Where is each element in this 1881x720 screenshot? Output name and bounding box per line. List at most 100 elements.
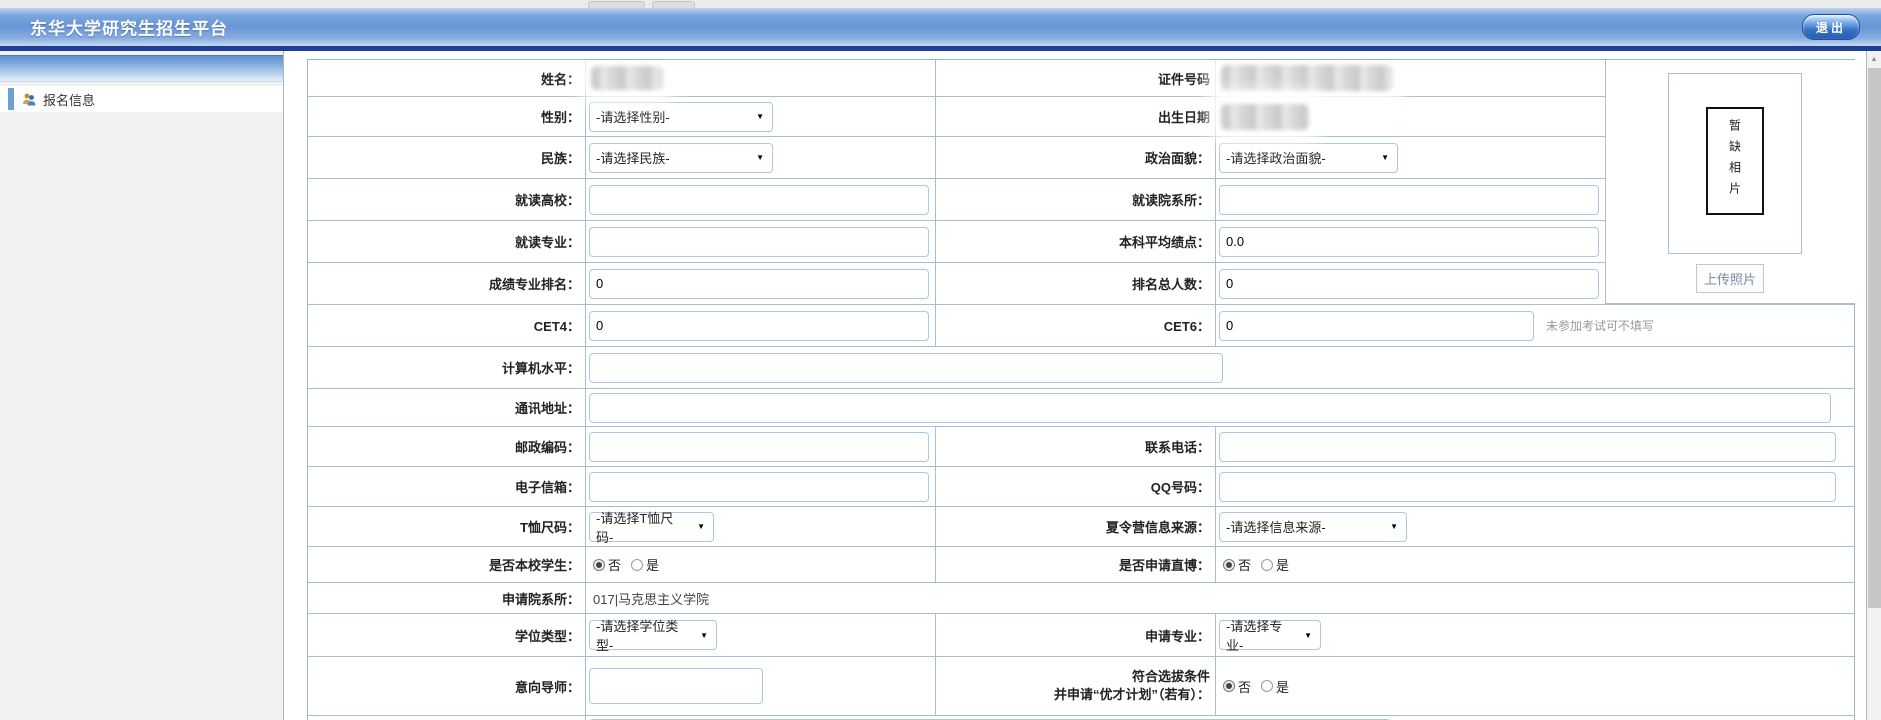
political-status-select[interactable]: -请选择政治面貌- ▼ [1219, 143, 1398, 173]
radio-no[interactable] [1223, 680, 1235, 692]
degree-type-select[interactable]: -请选择学位类型- ▼ [589, 620, 717, 650]
postal-code-label: 邮政编码： [308, 427, 585, 466]
scrollbar-thumb[interactable] [1868, 68, 1881, 608]
phone-input[interactable] [1219, 432, 1836, 462]
photo-frame: 暂缺相片 [1668, 73, 1802, 254]
talent-plan-radio-group: 否 是 [1223, 677, 1289, 696]
sidebar-item-label: 报名信息 [43, 90, 95, 109]
table-row: CET4： CET6： 未参加考试可不填写 [308, 305, 1854, 347]
ethnicity-label: 民族： [308, 137, 585, 178]
gpa-label: 本科平均绩点： [935, 221, 1215, 262]
birth-date-value-redacted [1221, 104, 1309, 130]
current-university-label: 就读高校： [308, 179, 585, 220]
supervisor-label: 意向导师： [308, 657, 585, 715]
dropdown-arrow-icon: ▼ [756, 153, 764, 162]
dropdown-arrow-icon: ▼ [700, 631, 708, 640]
logout-button[interactable]: 退出 [1802, 14, 1860, 40]
tshirt-size-label: T恤尺码： [308, 507, 585, 546]
id-number-value-redacted [1221, 65, 1393, 91]
sidebar-top-bar [0, 55, 283, 82]
qq-input[interactable] [1219, 472, 1836, 502]
direct-phd-radio-group: 否 是 [1223, 555, 1289, 574]
browser-tab-remnant [652, 1, 695, 8]
upload-photo-button[interactable]: 上传照片 [1696, 264, 1764, 293]
rank-total-input[interactable] [1219, 269, 1599, 299]
name-label: 姓名： [308, 60, 585, 96]
sidebar: 报名信息 [0, 51, 284, 720]
mailing-address-input[interactable] [589, 393, 1831, 423]
ethnicity-select[interactable]: -请选择民族- ▼ [589, 143, 773, 173]
qq-label: QQ号码： [935, 467, 1215, 506]
cet4-label: CET4： [308, 305, 585, 346]
mailing-address-label: 通讯地址： [308, 389, 585, 426]
radio-yes[interactable] [1261, 559, 1273, 571]
photo-panel: 暂缺相片 上传照片 [1605, 60, 1855, 304]
dropdown-arrow-icon: ▼ [1381, 153, 1389, 162]
cet6-label: CET6： [935, 305, 1215, 346]
table-row: 邮政编码： 联系电话： [308, 427, 1854, 467]
applied-department-label: 申请院系所： [308, 583, 585, 613]
computer-level-input[interactable] [589, 353, 1223, 383]
sidebar-item-registration-info[interactable]: 报名信息 [0, 86, 283, 112]
dropdown-arrow-icon: ▼ [756, 112, 764, 121]
gpa-input[interactable] [1219, 227, 1599, 257]
scroll-up-arrow-icon[interactable]: ▲ [1867, 51, 1881, 67]
major-rank-input[interactable] [589, 269, 929, 299]
tshirt-size-select[interactable]: -请选择T恤尺码- ▼ [589, 512, 714, 542]
direct-phd-label: 是否申请直博： [935, 547, 1215, 582]
applied-major-select[interactable]: -请选择专业- ▼ [1219, 620, 1321, 650]
email-input[interactable] [589, 472, 929, 502]
applied-major-label: 申请专业： [935, 614, 1215, 656]
info-source-select[interactable]: -请选择信息来源- ▼ [1219, 512, 1407, 542]
current-department-label: 就读院系所： [935, 179, 1215, 220]
cet4-input[interactable] [589, 311, 929, 341]
phone-label: 联系电话： [935, 427, 1215, 466]
app-header: 东华大学研究生招生平台 退出 [0, 8, 1881, 46]
browser-strip [0, 0, 1881, 8]
email-label: 电子信箱： [308, 467, 585, 506]
current-university-input[interactable] [589, 185, 929, 215]
photo-placeholder: 暂缺相片 [1706, 107, 1764, 215]
supervisor-input[interactable] [589, 668, 763, 704]
dropdown-arrow-icon: ▼ [1390, 522, 1398, 531]
radio-no[interactable] [1223, 559, 1235, 571]
table-row: 意向导师： 符合选拔条件 并申请“优才计划”（若有）： 否 是 [308, 657, 1854, 716]
browser-tab-remnant [588, 1, 645, 8]
radio-yes[interactable] [631, 559, 643, 571]
gender-select[interactable]: -请选择性别- ▼ [589, 102, 773, 132]
table-row-partial [308, 716, 1854, 720]
local-student-radio-group: 否 是 [593, 555, 659, 574]
table-row: 通讯地址： [308, 389, 1854, 427]
id-number-label: 证件号码 [935, 60, 1215, 96]
page: 东华大学研究生招生平台 退出 报名信息 姓名： 证件号码 [0, 0, 1881, 720]
political-status-label: 政治面貌： [935, 137, 1215, 178]
current-major-label: 就读专业： [308, 221, 585, 262]
dropdown-arrow-icon: ▼ [1304, 631, 1312, 640]
major-rank-label: 成绩专业排名： [308, 263, 585, 304]
local-student-label: 是否本校学生： [308, 547, 585, 582]
page-title: 东华大学研究生招生平台 [30, 15, 228, 40]
table-row: 是否本校学生： 否 是 是否申请直博： 否 是 [308, 547, 1854, 583]
radio-no[interactable] [593, 559, 605, 571]
applied-department-value: 017|马克思主义学院 [589, 589, 709, 608]
radio-yes[interactable] [1261, 680, 1273, 692]
current-department-input[interactable] [1219, 185, 1599, 215]
talent-plan-label: 符合选拔条件 并申请“优才计划”（若有）： [935, 657, 1215, 715]
table-row: 电子信箱： QQ号码： [308, 467, 1854, 507]
table-row: 计算机水平： [308, 347, 1854, 389]
vertical-scrollbar[interactable]: ▲ [1866, 51, 1881, 720]
postal-code-input[interactable] [589, 432, 929, 462]
gender-label: 性别： [308, 97, 585, 136]
name-value-redacted [591, 66, 663, 90]
rank-total-label: 排名总人数： [935, 263, 1215, 304]
table-row: 学位类型： -请选择学位类型- ▼ 申请专业： -请选择专业- ▼ [308, 614, 1854, 657]
birth-date-label: 出生日期 [935, 97, 1215, 136]
current-major-input[interactable] [589, 227, 929, 257]
dropdown-arrow-icon: ▼ [697, 522, 705, 531]
table-row: T恤尺码： -请选择T恤尺码- ▼ 夏令营信息来源： -请选择信息来源- ▼ [308, 507, 1854, 547]
cet6-note: 未参加考试可不填写 [1546, 317, 1654, 334]
cet6-input[interactable] [1219, 311, 1534, 341]
computer-level-label: 计算机水平： [308, 347, 585, 388]
sidebar-accent-bar [8, 88, 14, 110]
degree-type-label: 学位类型： [308, 614, 585, 656]
